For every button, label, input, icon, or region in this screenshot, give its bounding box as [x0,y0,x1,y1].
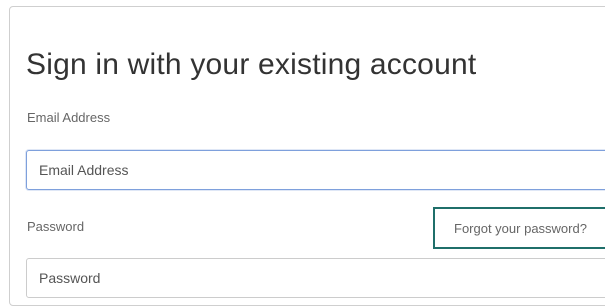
page-title: Sign in with your existing account [26,48,477,81]
email-label: Email Address [27,110,111,125]
password-field[interactable] [26,258,605,298]
email-field[interactable] [26,150,605,190]
forgot-password-link[interactable]: Forgot your password? [433,207,605,249]
password-label: Password [27,219,85,234]
